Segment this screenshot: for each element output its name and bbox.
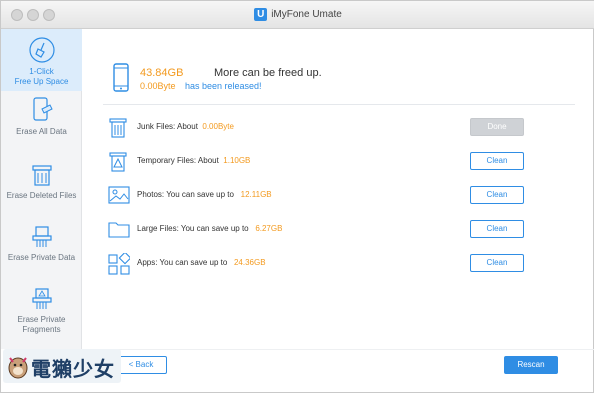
list-item-photos: Photos: You can save up to 12.11GB Clean <box>108 181 578 211</box>
sidebar-item-label: Erase All Data <box>16 127 67 136</box>
released-message: has been released! <box>185 81 262 91</box>
clean-button[interactable]: Clean <box>470 220 524 238</box>
freeable-size: 43.84GB <box>140 67 184 79</box>
sidebar-item-erase-private-fragments[interactable]: Erase Private Fragments <box>1 287 82 341</box>
clean-button[interactable]: Clean <box>470 152 524 170</box>
list-item-large-files: Large Files: You can save up to 6.27GB C… <box>108 215 578 245</box>
row-label: Photos: You can save up to 12.11GB <box>137 190 272 199</box>
sidebar-item-free-up-space[interactable]: 1-Click Free Up Space <box>1 29 82 91</box>
back-button-label: Back <box>135 360 154 369</box>
row-label-text: Temporary Files: About <box>137 156 219 165</box>
released-size: 0.00Byte <box>140 81 176 91</box>
folder-icon <box>108 222 130 238</box>
clean-button[interactable]: Clean <box>470 186 524 204</box>
phone-icon <box>113 63 129 92</box>
title-bar: UiMyFone Umate <box>1 1 594 29</box>
sidebar-item-label: Erase Private Data <box>7 253 76 262</box>
sidebar-item-erase-all-data[interactable]: Erase All Data <box>1 97 82 139</box>
phone-eraser-icon <box>32 97 53 121</box>
row-value: 12.11GB <box>240 190 272 199</box>
row-value: 24.36GB <box>233 258 266 267</box>
app-logo-icon: U <box>254 8 268 21</box>
trash-icon <box>109 118 127 138</box>
row-value: 6.27GB <box>255 224 283 233</box>
row-label: Apps: You can save up to 24.36GB <box>137 258 266 267</box>
footer-divider <box>82 349 594 350</box>
row-label: Large Files: You can save up to 6.27GB <box>137 224 282 233</box>
apps-icon <box>108 253 130 275</box>
document-shred-icon <box>31 226 52 247</box>
temp-trash-icon <box>109 152 127 172</box>
broom-icon <box>28 37 55 63</box>
row-label-text: Large Files: You can save up to <box>137 224 249 233</box>
freeable-message: More can be freed up. <box>214 67 322 79</box>
chevron-left-icon: < <box>128 360 134 369</box>
row-label-text: Junk Files: About <box>137 122 198 131</box>
sidebar-item-label: Fragments <box>22 325 61 334</box>
otter-mascot-icon <box>8 357 28 379</box>
row-value: 0.00Byte <box>202 122 234 131</box>
list-item-junk-files: Junk Files: About 0.00Byte Done <box>108 113 578 143</box>
row-value: 1.10GB <box>223 156 251 165</box>
sidebar-item-label: 1-Click <box>29 67 54 76</box>
row-label: Temporary Files: About 1.10GB <box>137 156 250 165</box>
divider <box>103 104 575 105</box>
sidebar-item-erase-deleted-files[interactable]: Erase Deleted Files <box>1 163 82 203</box>
back-button[interactable]: < Back <box>115 356 167 374</box>
row-label: Junk Files: About 0.00Byte <box>137 122 234 131</box>
rescan-button[interactable]: Rescan <box>504 356 558 374</box>
row-label-text: Photos: You can save up to <box>137 190 234 199</box>
list-item-apps: Apps: You can save up to 24.36GB Clean <box>108 249 578 279</box>
sidebar: 1-Click Free Up Space Erase All Data Era… <box>1 29 82 349</box>
sidebar-item-label: Erase Deleted Files <box>6 191 77 200</box>
sidebar-item-label: Free Up Space <box>14 77 69 86</box>
sidebar-item-erase-private-data[interactable]: Erase Private Data <box>1 225 82 265</box>
done-button[interactable]: Done <box>470 118 524 136</box>
watermark: 電獺少女 <box>3 349 121 383</box>
fragments-shred-icon <box>31 288 52 309</box>
sidebar-item-label: Erase Private <box>17 315 66 324</box>
app-window: UiMyFone Umate 1-Click Free Up Space Era… <box>0 0 594 393</box>
main-content: 43.84GB More can be freed up. 0.00Byte h… <box>82 29 594 349</box>
window-title-text: iMyFone Umate <box>271 9 342 21</box>
photo-icon <box>108 186 130 204</box>
trash-shred-icon <box>31 165 52 186</box>
window-title: UiMyFone Umate <box>1 8 594 21</box>
clean-button[interactable]: Clean <box>470 254 524 272</box>
list-item-temporary-files: Temporary Files: About 1.10GB Clean <box>108 147 578 177</box>
row-label-text: Apps: You can save up to <box>137 258 228 267</box>
watermark-text: 電獺少女 <box>31 359 115 381</box>
